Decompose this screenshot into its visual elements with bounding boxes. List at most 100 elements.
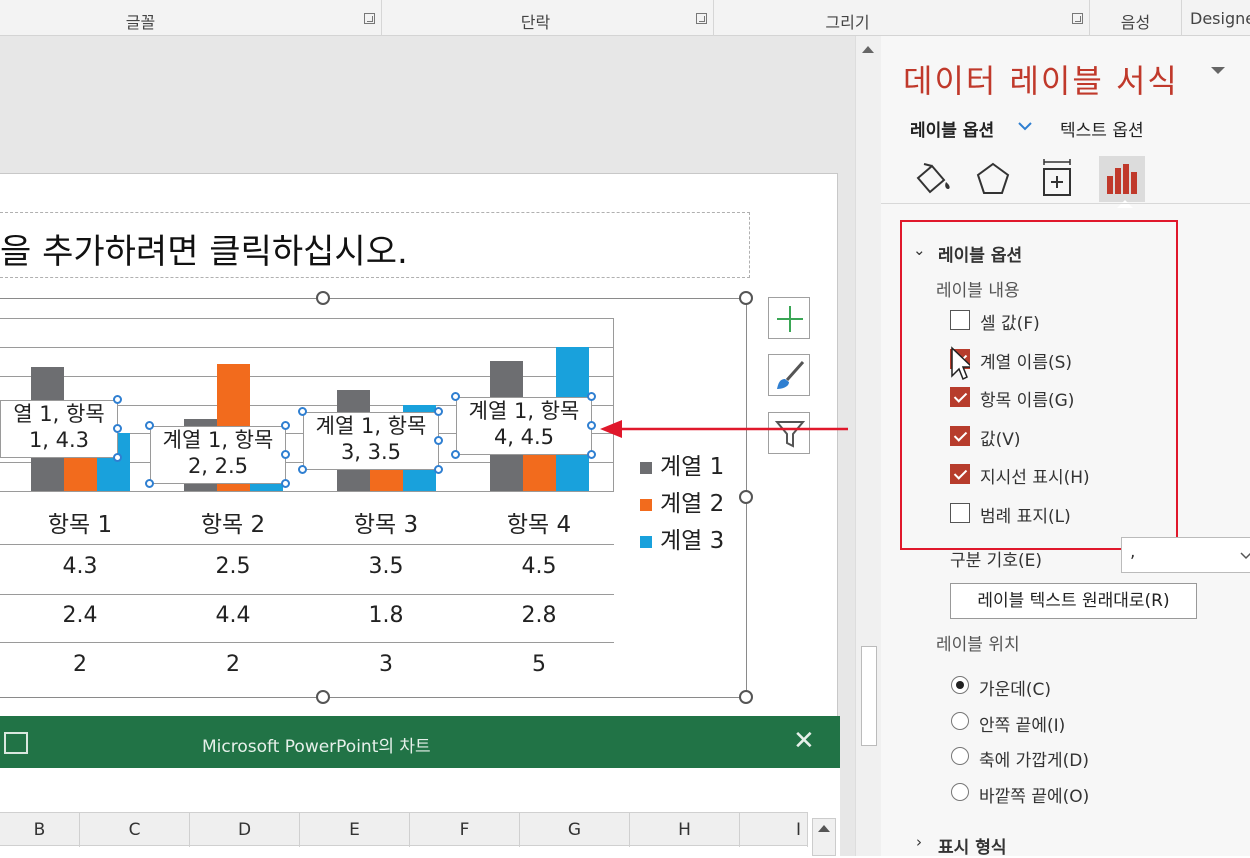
- data-table-value: 2.5: [215, 554, 251, 579]
- selection-handle[interactable]: [281, 478, 290, 488]
- label-position-heading: 레이블 위치: [936, 635, 1020, 655]
- chevron-right-icon[interactable]: ›: [916, 833, 922, 851]
- data-table-value: 4.4: [215, 603, 251, 628]
- chevron-down-icon[interactable]: [1017, 120, 1033, 132]
- scroll-up-icon[interactable]: [862, 46, 874, 53]
- selection-handle[interactable]: [281, 449, 290, 459]
- column-header-f[interactable]: F: [410, 813, 520, 847]
- tab-label-options[interactable]: 레이블 옵션: [910, 116, 994, 141]
- data-table-value: 2.8: [521, 603, 557, 628]
- excel-vertical-scrollbar[interactable]: [812, 818, 836, 856]
- radio-button[interactable]: [951, 747, 969, 765]
- radio-label[interactable]: 안쪽 끝에(I): [979, 711, 1065, 736]
- radio-button[interactable]: [951, 676, 969, 694]
- chevron-down-icon[interactable]: [1240, 552, 1250, 560]
- brush-icon: [777, 361, 805, 389]
- scroll-thumb[interactable]: [861, 646, 877, 746]
- selection-handle[interactable]: [281, 420, 290, 430]
- column-header-b[interactable]: B: [0, 813, 80, 847]
- legend-swatch: [640, 461, 652, 474]
- selection-handle[interactable]: [145, 478, 154, 488]
- radio-label[interactable]: 가운데(C): [979, 675, 1051, 700]
- data-label-line: 계열 1, 항목: [315, 413, 427, 438]
- label-options-chart-icon[interactable]: [1099, 156, 1145, 202]
- annotation-arrow: [600, 420, 848, 438]
- data-label-line: 1, 4.3: [28, 428, 90, 452]
- data-table-value: 2: [73, 652, 87, 677]
- legend-swatch: [640, 535, 652, 548]
- column-header-d[interactable]: D: [190, 813, 300, 847]
- column-header-g[interactable]: G: [520, 813, 630, 847]
- selection-handle[interactable]: [587, 421, 596, 431]
- legend-entry[interactable]: 계열 3: [640, 521, 724, 554]
- legend-entry[interactable]: 계열 1: [640, 447, 725, 480]
- selection-handle[interactable]: [451, 450, 460, 460]
- column-header-e[interactable]: E: [300, 813, 410, 847]
- radio-label[interactable]: 바깥쪽 끝에(O): [979, 782, 1089, 807]
- legend-label: 계열 2: [660, 491, 725, 517]
- selection-handle[interactable]: [113, 453, 122, 462]
- selection-handle[interactable]: [434, 435, 443, 445]
- pane-options-dropdown-icon[interactable]: [1211, 67, 1225, 74]
- selection-handle[interactable]: [113, 395, 122, 404]
- data-table-value: 4.3: [62, 554, 98, 579]
- data-label-line: 계열 1, 항목: [468, 399, 580, 424]
- drawing-dialog-launcher-icon[interactable]: [1072, 13, 1083, 24]
- data-table-line: [0, 642, 614, 643]
- ribbon-group-designer-label: Designe: [1190, 9, 1250, 28]
- reset-label-text-button[interactable]: 레이블 텍스트 원래대로(R): [950, 583, 1197, 619]
- slide-vertical-scrollbar[interactable]: [855, 36, 881, 856]
- size-properties-icon[interactable]: [1034, 156, 1080, 202]
- data-label[interactable]: 계열 1, 항목 3, 3.5: [303, 411, 439, 470]
- column-header-h[interactable]: H: [630, 813, 740, 847]
- data-label-line: 열 1, 항목: [13, 402, 105, 426]
- data-label[interactable]: 계열 1, 항목 2, 2.5: [150, 425, 286, 484]
- excel-window-title: Microsoft PowerPoint의 차트: [202, 737, 431, 757]
- separator-select[interactable]: ,: [1121, 537, 1250, 573]
- pane-divider: [881, 203, 1250, 204]
- scroll-up-icon[interactable]: [818, 825, 830, 832]
- separator-value: ,: [1130, 542, 1136, 562]
- selection-handle[interactable]: [298, 406, 307, 416]
- selection-handle[interactable]: [298, 464, 307, 474]
- data-label[interactable]: 열 1, 항목 1, 4.3: [0, 400, 118, 458]
- data-label[interactable]: 계열 1, 항목 4, 4.5: [456, 397, 592, 456]
- selection-handle[interactable]: [113, 424, 122, 433]
- chart-styles-button[interactable]: [768, 354, 810, 396]
- radio-label[interactable]: 축에 가깝게(D): [979, 746, 1089, 771]
- selection-handle[interactable]: [587, 392, 596, 402]
- data-table-value: 5: [532, 652, 546, 677]
- legend-label: 계열 1: [660, 454, 725, 480]
- excel-grid-icon: [4, 732, 28, 754]
- selection-handle[interactable]: [587, 450, 596, 460]
- selection-handle[interactable]: [434, 464, 443, 474]
- category-label: 항목 4: [506, 512, 572, 538]
- section-number-format[interactable]: 표시 형식: [938, 833, 1006, 858]
- ribbon-group-voice-label: 음성: [1120, 13, 1151, 32]
- radio-button[interactable]: [951, 782, 969, 801]
- ribbon-group-voice: 음성: [1090, 0, 1182, 36]
- radio-button[interactable]: [951, 711, 969, 730]
- data-table-value: 2: [226, 652, 240, 677]
- data-table-value: 4.5: [521, 554, 557, 579]
- excel-column-headers: B C D E F G H I: [0, 812, 808, 847]
- data-table-value: 1.8: [368, 603, 404, 628]
- data-table-value: 2.4: [62, 603, 98, 628]
- data-table-line: [0, 594, 614, 595]
- legend-entry[interactable]: 계열 2: [640, 484, 725, 517]
- ribbon-group-designer: Designe: [1182, 0, 1250, 36]
- fill-line-icon[interactable]: [908, 156, 954, 202]
- annotation-highlight-box: [900, 220, 1178, 550]
- column-header-i[interactable]: I: [740, 813, 808, 847]
- selected-tab-caret-icon: [1117, 200, 1133, 208]
- selection-handle[interactable]: [145, 420, 154, 430]
- effects-pentagon-icon[interactable]: [970, 156, 1016, 202]
- column-header-c[interactable]: C: [80, 813, 190, 847]
- chart-elements-button[interactable]: [768, 297, 810, 339]
- category-label: 항목 3: [353, 512, 419, 538]
- tab-text-options[interactable]: 텍스트 옵션: [1060, 116, 1144, 141]
- data-table-value: 3: [379, 652, 393, 677]
- close-icon[interactable]: ✕: [793, 726, 815, 756]
- selection-handle[interactable]: [434, 406, 443, 416]
- category-label: 항목 2: [200, 512, 266, 538]
